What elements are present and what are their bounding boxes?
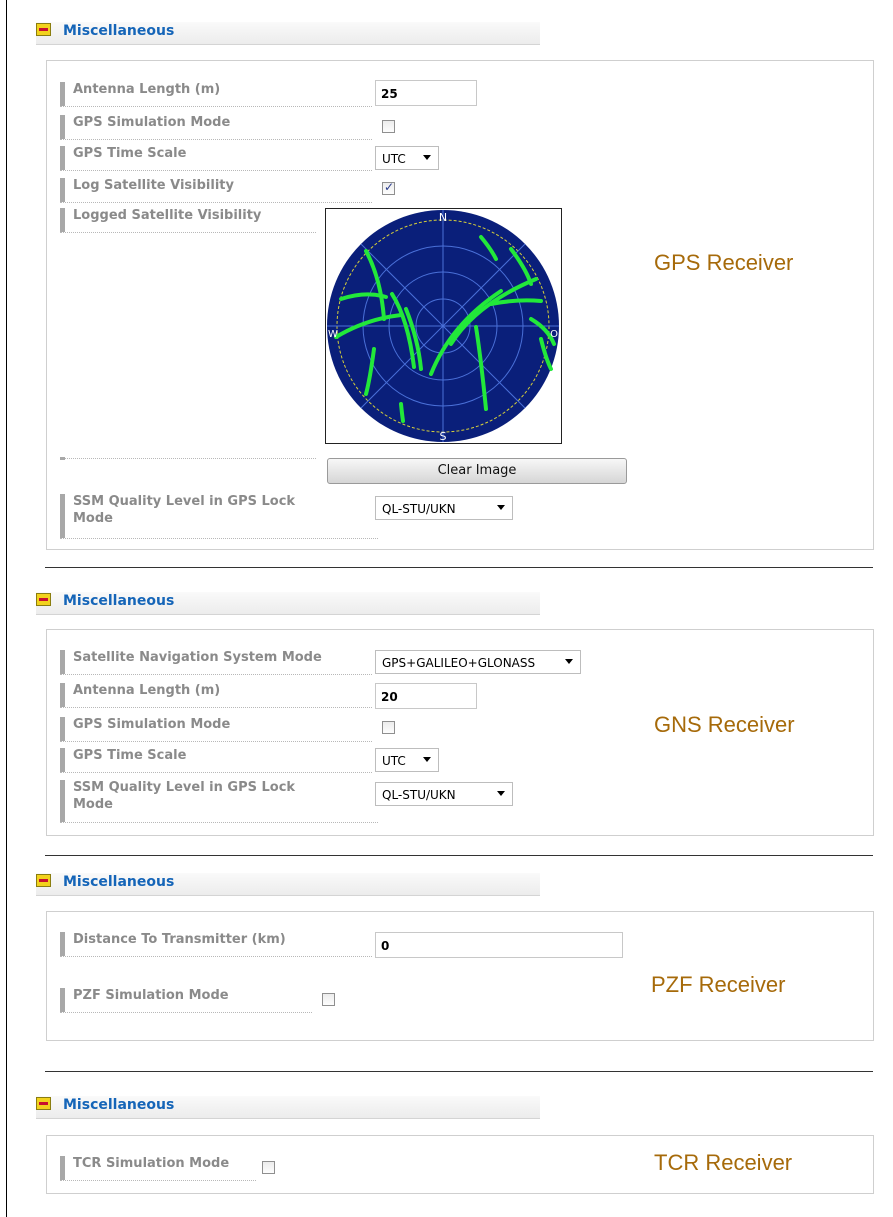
gps-simulation-mode-checkbox[interactable] <box>382 721 395 734</box>
skyplot-south-label: S <box>440 430 447 443</box>
section-header-tcr: Miscellaneous <box>36 1096 540 1119</box>
skyplot-svg: N S W O <box>327 210 559 443</box>
gns-receiver-caption: GNS Receiver <box>654 712 795 737</box>
section-title: Miscellaneous <box>63 23 175 39</box>
section-header-pzf: Miscellaneous <box>36 873 540 896</box>
log-satellite-visibility-label: Log Satellite Visibility <box>60 178 372 203</box>
gps-simulation-mode-label: GPS Simulation Mode <box>60 717 372 742</box>
section-divider <box>45 1071 873 1072</box>
gps-simulation-mode-label: GPS Simulation Mode <box>60 115 372 140</box>
skyplot-west-label: W <box>328 329 338 340</box>
tcr-simulation-mode-checkbox[interactable] <box>262 1161 275 1174</box>
ssm-quality-level-label: SSM Quality Level in GPS Lock Mode <box>60 780 378 823</box>
tcr-simulation-mode-label: TCR Simulation Mode <box>60 1156 256 1181</box>
satellite-navigation-system-mode-select[interactable]: GPS+GALILEO+GLONASS <box>375 650 581 674</box>
ssm-quality-level-select[interactable]: QL-STU/UKN <box>375 782 513 806</box>
skyplot-north-label: N <box>439 211 447 224</box>
satellite-track <box>399 402 405 423</box>
clear-image-button[interactable]: Clear Image <box>327 458 627 484</box>
pzf-simulation-mode-checkbox[interactable] <box>322 993 335 1006</box>
log-satellite-visibility-checkbox[interactable] <box>382 180 395 195</box>
gps-time-scale-select[interactable]: UTC <box>375 748 439 772</box>
collapse-minus-icon[interactable] <box>36 874 51 887</box>
distance-to-transmitter-label: Distance To Transmitter (km) <box>60 932 372 957</box>
chevron-down-icon <box>565 659 573 664</box>
ssm-quality-level-select[interactable]: QL-STU/UKN <box>375 496 513 520</box>
chevron-down-icon <box>423 155 431 160</box>
satellite-skyplot-image: N S W O <box>325 208 562 444</box>
satellite-navigation-system-mode-label: Satellite Navigation System Mode <box>60 650 372 675</box>
antenna-length-label: Antenna Length (m) <box>60 82 372 107</box>
collapse-minus-icon[interactable] <box>36 23 51 36</box>
antenna-length-label: Antenna Length (m) <box>60 683 372 708</box>
page-left-border <box>6 0 7 1217</box>
section-header-gns: Miscellaneous <box>36 592 540 615</box>
gps-time-scale-label: GPS Time Scale <box>60 748 372 773</box>
antenna-length-input[interactable]: 20 <box>375 683 477 709</box>
ssm-quality-level-label: SSM Quality Level in GPS Lock Mode <box>60 494 378 539</box>
section-divider <box>45 855 873 856</box>
skyplot-east-label: O <box>550 329 558 340</box>
section-header-gps: Miscellaneous <box>36 22 540 45</box>
gps-time-scale-select[interactable]: UTC <box>375 146 439 170</box>
section-title: Miscellaneous <box>63 874 175 890</box>
pzf-receiver-caption: PZF Receiver <box>651 972 786 997</box>
logged-satellite-visibility-label: Logged Satellite Visibility <box>60 208 316 233</box>
pzf-simulation-mode-label: PZF Simulation Mode <box>60 988 312 1013</box>
section-divider <box>45 567 873 568</box>
tcr-receiver-caption: TCR Receiver <box>654 1150 793 1175</box>
chevron-down-icon <box>497 505 505 510</box>
gps-simulation-mode-checkbox[interactable] <box>382 120 395 133</box>
chevron-down-icon <box>423 757 431 762</box>
section-title: Miscellaneous <box>63 1097 175 1113</box>
distance-to-transmitter-input[interactable]: 0 <box>375 932 623 958</box>
gps-receiver-caption: GPS Receiver <box>654 250 794 275</box>
gps-time-scale-label: GPS Time Scale <box>60 146 372 171</box>
chevron-down-icon <box>497 791 505 796</box>
section-title: Miscellaneous <box>63 593 175 609</box>
antenna-length-input[interactable]: 25 <box>375 80 477 106</box>
collapse-minus-icon[interactable] <box>36 1097 51 1110</box>
collapse-minus-icon[interactable] <box>36 593 51 606</box>
clear-image-row-label <box>60 452 316 460</box>
